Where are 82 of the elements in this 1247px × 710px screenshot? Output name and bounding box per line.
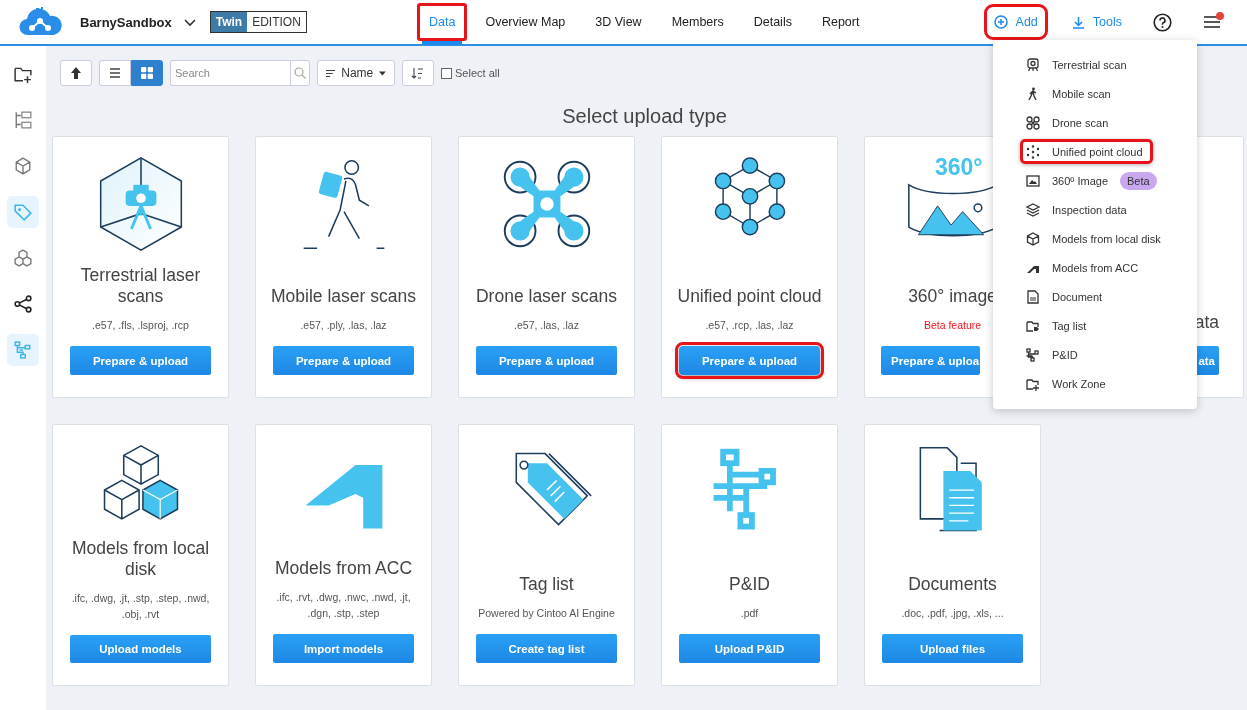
cube-icon: [1026, 231, 1040, 246]
card-title: Mobile laser scans: [271, 286, 416, 307]
grid-view-icon: [141, 67, 153, 79]
help-icon: [1153, 12, 1172, 32]
menu-item[interactable]: Mobile scan: [993, 79, 1111, 108]
menu-item[interactable]: Document: [993, 282, 1103, 311]
file-extensions: .doc, .pdf, .jpg, .xls, ...: [901, 606, 1004, 621]
menu-item[interactable]: Unified point cloud: [1020, 139, 1153, 164]
sort-order-button[interactable]: [402, 60, 434, 86]
folder-add-icon: [1026, 376, 1040, 391]
file-extensions: .e57, .ply, .las, .laz: [300, 318, 387, 333]
sort-order-icon: [411, 66, 425, 80]
view-toggle[interactable]: [99, 60, 131, 86]
search-field[interactable]: Search: [170, 60, 290, 86]
card-title: Drone laser scans: [475, 286, 617, 307]
nav-tab[interactable]: Report: [806, 0, 875, 44]
drone-icon: [1026, 115, 1040, 130]
search-icon: [294, 67, 306, 79]
workspace-name[interactable]: BarnySandbox: [80, 14, 172, 30]
select-all-checkbox[interactable]: Select all: [441, 67, 500, 79]
menu-item[interactable]: 360º Image Beta: [993, 166, 1157, 195]
list-view-icon: [109, 67, 121, 79]
scanner-icon: [1026, 57, 1040, 72]
card-title: Models from local disk: [70, 538, 211, 581]
cubes-icon: [14, 249, 32, 267]
download-icon: [1071, 15, 1085, 29]
folder-add-icon: [14, 65, 32, 83]
nav-tab[interactable]: Members: [656, 0, 739, 44]
view-toggle[interactable]: [131, 60, 163, 86]
nav-tab[interactable]: Overview Map: [470, 0, 581, 44]
folder-tag-icon: [1026, 318, 1040, 333]
menu-item[interactable]: Inspection data: [993, 195, 1127, 224]
menu-item[interactable]: Terrestrial scan: [993, 50, 1127, 79]
card-title: P&ID: [729, 574, 770, 595]
tree-icon: [14, 111, 32, 129]
card-title: Tag list: [519, 574, 574, 595]
file-extensions: .e57, .rcp, .las, .laz: [705, 318, 794, 333]
upload-button[interactable]: [60, 60, 92, 86]
document-icon: [1026, 289, 1040, 304]
diagram-icon: [1026, 347, 1040, 362]
page-title: Select upload type: [562, 105, 728, 128]
dots-icon: [1026, 144, 1040, 159]
menu-item[interactable]: Models from local disk: [993, 224, 1161, 253]
logo-icon: [18, 7, 62, 37]
image-icon: [1026, 173, 1040, 188]
menu-item[interactable]: Work Zone: [993, 369, 1106, 398]
file-extensions: .ifc, .dwg, .jt, .stp, .step, .nwd, .obj, .rvt: [70, 591, 211, 623]
beta-notice: Beta feature: [923, 318, 982, 333]
layers-icon: [1026, 202, 1040, 217]
chevron-down-icon: [183, 19, 196, 27]
card-title: Terrestrial laser scans: [79, 265, 202, 307]
card-title: Models from ACC: [274, 558, 413, 579]
card-title: Unified point cloud: [677, 286, 822, 307]
file-extensions: .pdf: [740, 606, 759, 621]
menu-item[interactable]: Models from ACC: [993, 253, 1139, 282]
tools-button[interactable]: Tools: [1064, 7, 1129, 37]
add-button[interactable]: Add: [986, 7, 1045, 37]
card-title: Documents: [908, 574, 997, 595]
tag-icon: [14, 203, 32, 221]
beta-badge: Beta: [1120, 171, 1157, 190]
file-extensions: .e57, .las, .laz: [514, 318, 579, 333]
sort-dropdown[interactable]: Name: [317, 60, 395, 86]
share-icon: [14, 295, 32, 313]
nav-tab[interactable]: 3D View: [580, 0, 657, 44]
file-extensions: .ifc, .rvt, .dwg, .nwc, .nwd, .jt, .dgn, .stp, .step: [275, 590, 412, 621]
menu-item[interactable]: P&ID: [993, 340, 1078, 369]
help-button[interactable]: [1153, 12, 1172, 32]
diagram-icon: [14, 341, 32, 359]
edition-badge: Twin EDITION: [209, 11, 307, 33]
file-extensions: .e57, .fls, .lsproj, .rcp: [92, 318, 189, 333]
file-extensions: Powered by Cintoo AI Engine: [478, 606, 615, 621]
caret-down-icon: [379, 70, 386, 76]
sort-lines-icon: [326, 68, 336, 78]
menu-item[interactable]: Drone scan: [993, 108, 1109, 137]
plus-circle-icon: [993, 15, 1008, 29]
nav-tab[interactable]: Details: [738, 0, 807, 44]
walking-person-icon: [1026, 86, 1040, 101]
nav-tab[interactable]: Data: [414, 0, 471, 44]
menu-icon: [1204, 16, 1220, 28]
menu-item[interactable]: Tag list: [993, 311, 1087, 340]
cube-icon: [14, 157, 32, 175]
arrow-up-icon: [70, 66, 82, 80]
